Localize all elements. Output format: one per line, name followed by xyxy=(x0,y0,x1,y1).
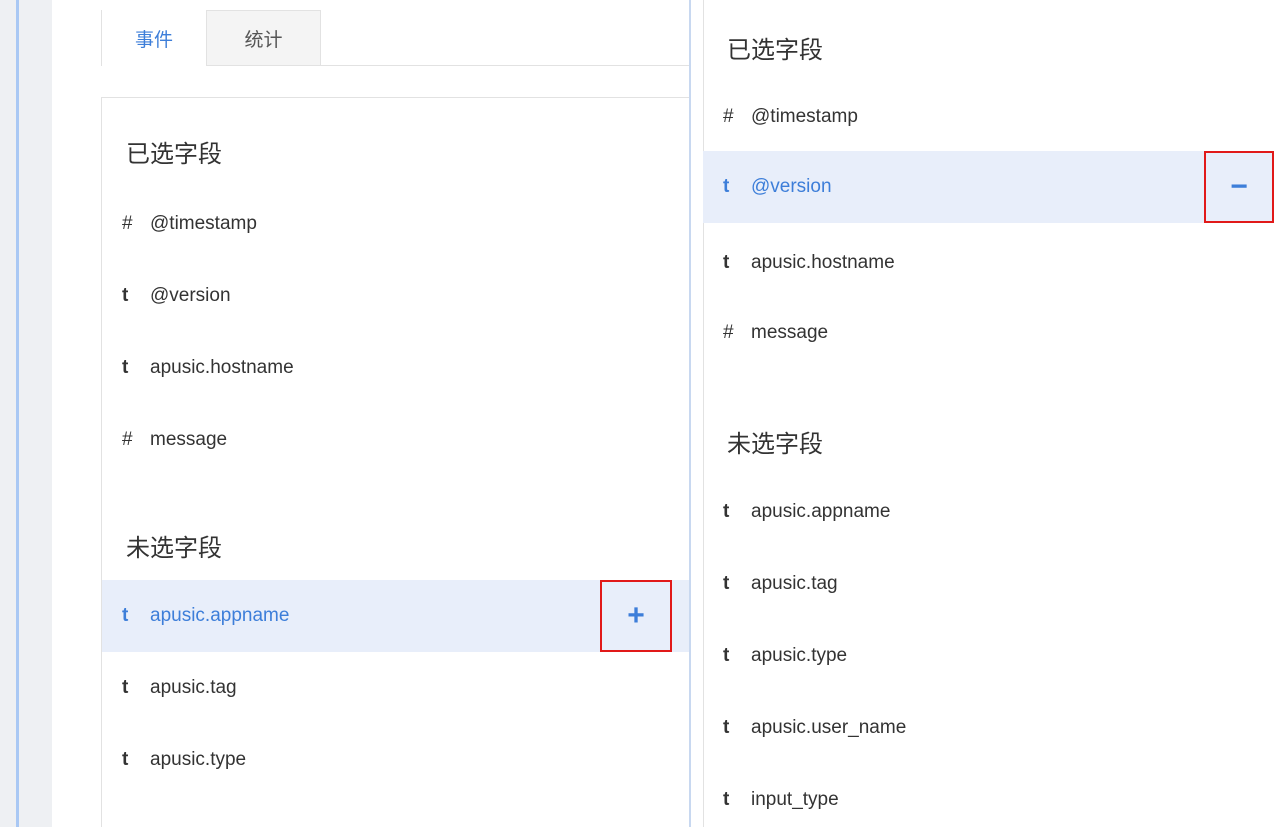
unselected-field-row[interactable]: t input_type xyxy=(703,764,1274,827)
field-name: apusic.tag xyxy=(150,677,237,698)
unselected-fields-title: 未选字段 xyxy=(126,535,222,562)
text-type-icon: t xyxy=(723,573,730,594)
selected-field-row[interactable]: # @timestamp xyxy=(102,188,690,260)
text-type-icon: t xyxy=(122,749,129,770)
tab-statistics[interactable]: 统计 xyxy=(207,10,321,65)
unselected-field-row[interactable]: t apusic.tag xyxy=(102,652,690,724)
text-type-icon: t xyxy=(723,645,730,666)
field-name: apusic.hostname xyxy=(751,252,895,273)
selected-field-row[interactable]: t apusic.hostname xyxy=(102,332,690,404)
number-type-icon: # xyxy=(122,429,133,450)
text-type-icon: t xyxy=(723,789,730,810)
field-name: @timestamp xyxy=(150,213,257,234)
selected-field-row[interactable]: t @version − xyxy=(703,151,1274,223)
rail-accent xyxy=(16,0,19,827)
field-name: input_type xyxy=(751,789,839,810)
field-name: apusic.type xyxy=(150,749,247,770)
text-type-icon: t xyxy=(723,176,730,197)
selected-field-row[interactable]: # message xyxy=(703,297,1274,369)
text-type-icon: t xyxy=(122,677,129,698)
field-name: apusic.appname xyxy=(150,605,290,626)
text-type-icon: t xyxy=(122,285,129,306)
text-type-icon: t xyxy=(723,717,730,738)
unselected-field-row[interactable]: t apusic.appname + xyxy=(102,580,690,652)
selected-field-row[interactable]: t apusic.hostname xyxy=(703,227,1274,299)
field-name: @version xyxy=(150,285,231,306)
unselected-field-row[interactable]: t apusic.type xyxy=(102,724,690,796)
field-panel-left: 已选字段 # @timestamp t @version t apusic.ho… xyxy=(101,97,691,827)
unselected-field-row[interactable]: t apusic.tag xyxy=(703,548,1274,620)
text-type-icon: t xyxy=(122,357,129,378)
field-panel-right: 已选字段 # @timestamp t @version − t apusic.… xyxy=(703,0,1274,827)
field-name: apusic.type xyxy=(751,645,848,666)
left-rail xyxy=(0,0,52,827)
add-field-button[interactable]: + xyxy=(600,580,672,652)
field-name: apusic.user_name xyxy=(751,717,907,738)
field-name: message xyxy=(150,429,228,450)
field-name: @version xyxy=(751,176,832,197)
field-name: message xyxy=(751,322,829,343)
text-type-icon: t xyxy=(723,252,730,273)
field-name: apusic.tag xyxy=(751,573,838,594)
selected-fields-title: 已选字段 xyxy=(126,141,222,168)
panel-divider xyxy=(689,0,691,827)
number-type-icon: # xyxy=(723,322,734,343)
unselected-field-row[interactable]: t apusic.type xyxy=(703,620,1274,692)
unselected-field-row[interactable]: t apusic.appname xyxy=(703,476,1274,548)
text-type-icon: t xyxy=(122,605,129,626)
remove-field-button[interactable]: − xyxy=(1204,151,1274,223)
tabs-baseline xyxy=(207,65,691,66)
text-type-icon: t xyxy=(723,501,730,522)
field-name: apusic.appname xyxy=(751,501,891,522)
unselected-field-row[interactable]: t apusic.user_name xyxy=(703,692,1274,764)
field-name: apusic.hostname xyxy=(150,357,294,378)
tab-events[interactable]: 事件 xyxy=(101,10,207,66)
number-type-icon: # xyxy=(122,213,133,234)
number-type-icon: # xyxy=(723,106,734,127)
selected-field-row[interactable]: # message xyxy=(102,404,690,476)
selected-fields-title: 已选字段 xyxy=(727,37,823,64)
selected-field-row[interactable]: # @timestamp xyxy=(703,81,1274,153)
selected-field-row[interactable]: t @version xyxy=(102,260,690,332)
unselected-fields-title: 未选字段 xyxy=(727,431,823,458)
view-tabs: 事件 统计 xyxy=(101,10,691,66)
field-name: @timestamp xyxy=(751,106,858,127)
